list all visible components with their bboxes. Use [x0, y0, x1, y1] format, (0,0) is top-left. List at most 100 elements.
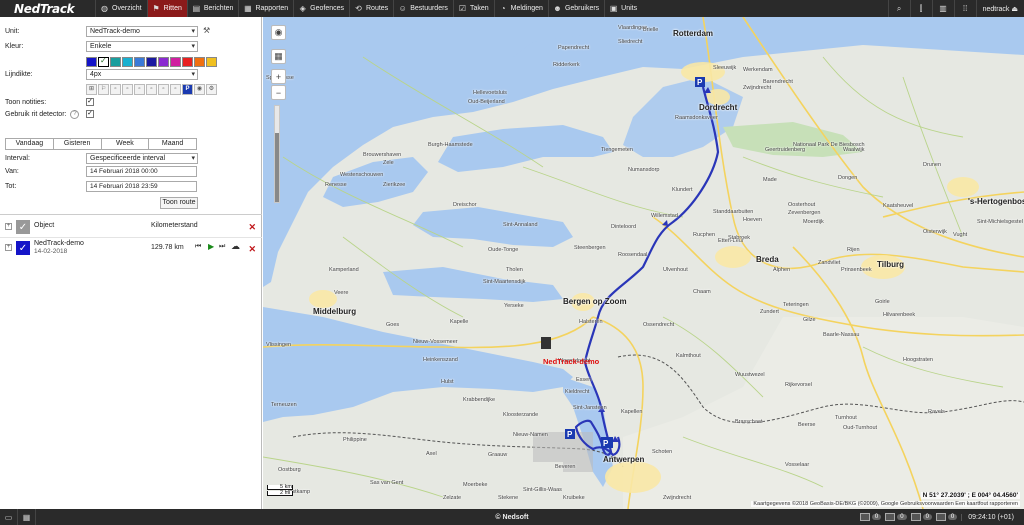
close-icon[interactable]: ✕ [248, 222, 256, 233]
color-swatch[interactable] [110, 57, 121, 67]
dashboard-icon[interactable]: ▥ [931, 0, 954, 17]
play-icon[interactable]: ▶ [208, 242, 214, 251]
tab-gisteren[interactable]: Gisteren [53, 139, 102, 149]
map-layers-icon[interactable]: ▦ [271, 49, 286, 64]
vehicle-marker [541, 337, 551, 349]
city-label: Sint-Jansteen [573, 405, 607, 411]
nav-geofences[interactable]: ◈ Geofences [293, 0, 349, 17]
tasks-status[interactable]: 0 [935, 513, 958, 521]
fuel-icon[interactable]: ▫ [158, 84, 169, 95]
nav-ritten[interactable]: ⚑ Ritten [146, 0, 187, 17]
chart-icon[interactable]: ⫿ [909, 0, 932, 17]
stop-icon[interactable]: ▫ [122, 84, 133, 95]
interval-select[interactable]: Gespecificeerde interval [86, 153, 198, 164]
row-checkbox[interactable]: ✓ [16, 241, 30, 255]
table-row[interactable]: + ✓ NedTrack-demo 14-02-2018 129.78 km ⏮… [0, 239, 262, 257]
map-attribution: Kaartgegevens ©2018 GeoBasis-DE/BKG (©20… [751, 501, 1020, 507]
bell-icon: ◔ [500, 4, 506, 13]
city-label: Steenbergen [574, 245, 606, 251]
city-label: Tiengemeten [601, 147, 633, 153]
color-swatch[interactable] [122, 57, 133, 67]
color-mode-select[interactable]: Enkele [86, 41, 198, 52]
select-all-checkbox[interactable]: ✓ [16, 220, 30, 234]
nav-berichten[interactable]: ▤ Berichten [186, 0, 239, 17]
delete-icon[interactable]: ✕ [248, 244, 256, 255]
grid-view-icon[interactable]: ▦ [18, 509, 36, 525]
tab-vandaag[interactable]: Vandaag [6, 139, 54, 149]
settings-icon[interactable]: ⚙ [206, 84, 217, 95]
help-icon[interactable]: ? [70, 110, 80, 119]
show-route-button[interactable]: Toon route [160, 197, 198, 209]
detector-row: Gebruik rit detector: ? [5, 109, 80, 120]
color-swatch[interactable] [146, 57, 157, 67]
nav-meldingen[interactable]: ◔ Meldingen [493, 0, 548, 17]
city-label: Philippine [343, 437, 367, 443]
vehicle-label[interactable]: NedTrack-demo [543, 357, 599, 366]
zoom-out-button[interactable]: − [271, 85, 286, 100]
eye-icon[interactable]: ◉ [271, 25, 286, 40]
city-label: Ulvenhout [663, 267, 688, 273]
wrench-icon[interactable]: ⚒ [203, 26, 210, 35]
color-swatch[interactable] [194, 57, 205, 67]
expand-icon[interactable]: + [5, 244, 12, 251]
search-icon[interactable]: ⌕ [887, 0, 910, 17]
panel-toggle-icon[interactable]: ▭ [0, 509, 18, 525]
camera-icon[interactable]: ◉ [194, 84, 205, 95]
events-icon [859, 513, 870, 521]
nav-label: Units [621, 5, 638, 12]
user-menu[interactable]: nedtrack ⏏ [975, 0, 1024, 17]
speed-icon[interactable]: ▫ [170, 84, 181, 95]
nav-gebruikers[interactable]: ☻ Gebruikers [547, 0, 604, 17]
to-datetime-field[interactable]: 14 Februari 2018 23:59 [86, 181, 197, 192]
from-datetime-field[interactable]: 14 Februari 2018 00:00 [86, 166, 197, 177]
marker-type-icon[interactable]: ⊞ [86, 84, 97, 95]
zoom-slider[interactable] [274, 105, 280, 203]
city-label: Antwerpen [603, 455, 645, 464]
events-status[interactable]: 0 [859, 513, 882, 521]
color-swatch[interactable] [206, 57, 217, 67]
tab-maand[interactable]: Maand [149, 139, 196, 149]
fast-forward-icon[interactable]: ⏭ [219, 243, 225, 251]
color-swatch[interactable] [170, 57, 181, 67]
color-swatch[interactable] [98, 56, 109, 67]
city-label: Zwijndrecht [663, 495, 692, 501]
table-header: + ✓ Object Kilometerstand ✕ [0, 219, 262, 237]
unit-select[interactable]: NedTrack-demo [86, 26, 198, 37]
show-notes-checkbox[interactable]: ✓ [86, 98, 94, 106]
notes-icon[interactable]: ▫ [134, 84, 145, 95]
app-logo[interactable]: NedTrack [0, 0, 95, 17]
nav-bestuurders[interactable]: ☺ Bestuurders [393, 0, 453, 17]
expand-all-icon[interactable]: + [5, 223, 12, 230]
rewind-icon[interactable]: ⏮ [195, 243, 201, 251]
zoom-in-button[interactable]: + [271, 69, 286, 84]
parking-icon[interactable]: P [182, 84, 193, 95]
nav-rapporten[interactable]: ▦ Rapporten [238, 0, 293, 17]
color-swatch[interactable] [158, 57, 169, 67]
header-km[interactable]: Kilometerstand [151, 222, 198, 229]
width-row: Lijndikte: [5, 69, 33, 80]
nav-units[interactable]: ▣ Units [604, 0, 642, 17]
line-width-select[interactable]: 4px [86, 69, 198, 80]
alarm-icon[interactable]: ▫ [146, 84, 157, 95]
city-label: Kieldrecht [565, 389, 590, 395]
nav-taken[interactable]: ☑ Taken [452, 0, 494, 17]
nav-routes[interactable]: ⟲ Routes [349, 0, 393, 17]
map-view[interactable]: P P P Rotterdam Dordrecht Breda Tilburg 's-H… [263, 17, 1024, 509]
apps-grid-icon[interactable]: ⁞⁞ [953, 0, 976, 17]
city-label: Rijen [847, 247, 860, 253]
event-icon[interactable]: ▫ [110, 84, 121, 95]
city-label: Rijkevorsel [785, 382, 812, 388]
messages-status[interactable]: 0 [910, 513, 932, 521]
alerts-status[interactable]: 0 [885, 513, 907, 521]
city-label: Zandvliet [818, 260, 841, 266]
route-shape-icon[interactable]: ☁ [231, 241, 240, 252]
flag-icon[interactable]: ⚐ [98, 84, 109, 95]
header-object[interactable]: Object [34, 222, 54, 229]
color-swatch[interactable] [182, 57, 193, 67]
use-detector-checkbox[interactable]: ✓ [86, 110, 94, 118]
nav-overzicht[interactable]: ◍ Overzicht [95, 0, 147, 17]
tab-week[interactable]: Week [101, 139, 150, 149]
color-swatch[interactable] [134, 57, 145, 67]
city-label: Vught [953, 232, 968, 238]
color-swatch[interactable] [86, 57, 97, 67]
